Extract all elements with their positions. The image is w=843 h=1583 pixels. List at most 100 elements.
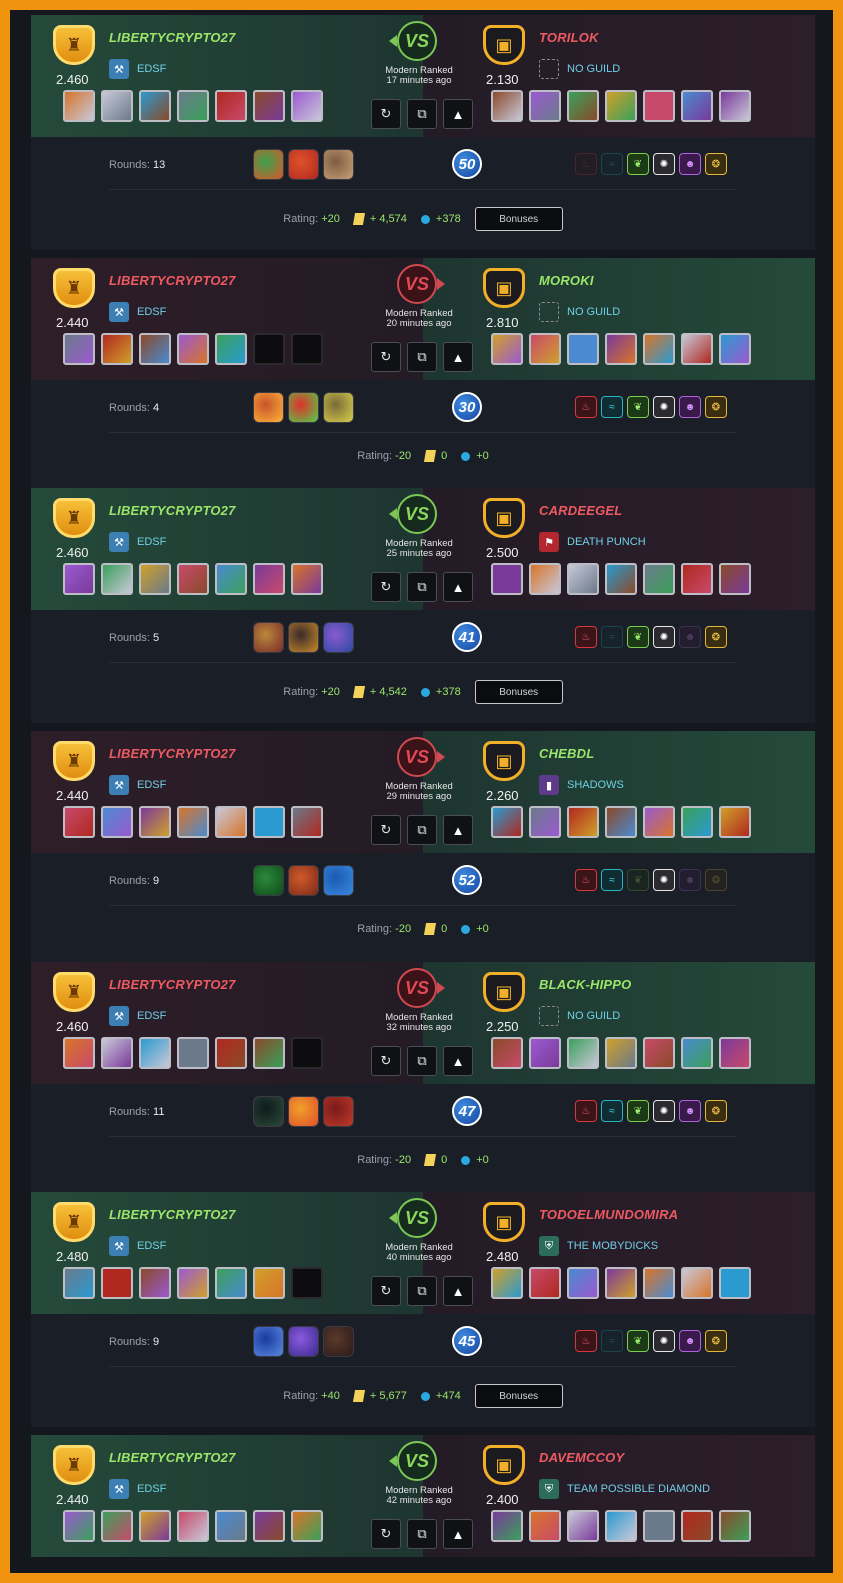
monster-card[interactable] xyxy=(139,1267,171,1299)
monster-card[interactable] xyxy=(567,1037,599,1069)
ruleset-icon[interactable] xyxy=(323,1326,354,1357)
player-name[interactable]: CHEBDL xyxy=(539,746,594,761)
monster-card[interactable] xyxy=(605,1510,637,1542)
monster-card[interactable] xyxy=(101,90,133,122)
monster-card[interactable] xyxy=(681,90,713,122)
monster-card[interactable] xyxy=(63,1037,95,1069)
collapse-button[interactable]: ▲ xyxy=(443,342,473,372)
monster-card[interactable] xyxy=(63,1267,95,1299)
replay-button[interactable]: ↻ xyxy=(371,1519,401,1549)
ruleset-icon[interactable] xyxy=(253,1326,284,1357)
monster-card[interactable] xyxy=(529,806,561,838)
collapse-button[interactable]: ▲ xyxy=(443,1519,473,1549)
ruleset-icon[interactable] xyxy=(253,622,284,653)
monster-card[interactable] xyxy=(291,563,323,595)
collapse-button[interactable]: ▲ xyxy=(443,1276,473,1306)
collapse-button[interactable]: ▲ xyxy=(443,572,473,602)
monster-card[interactable] xyxy=(139,806,171,838)
player-name[interactable]: DAVEMCCOY xyxy=(539,1450,624,1465)
guild[interactable]: NO GUILD xyxy=(539,59,620,79)
monster-card[interactable] xyxy=(291,1510,323,1542)
ruleset-icon[interactable] xyxy=(288,865,319,896)
monster-card[interactable] xyxy=(491,333,523,365)
ruleset-icon[interactable] xyxy=(253,1096,284,1127)
monster-card[interactable] xyxy=(177,806,209,838)
monster-card[interactable] xyxy=(215,1037,247,1069)
guild[interactable]: ⚒ EDSF xyxy=(109,302,166,322)
guild[interactable]: ▮ SHADOWS xyxy=(539,775,624,795)
bonuses-button[interactable]: Bonuses xyxy=(474,680,563,704)
monster-card[interactable] xyxy=(253,90,285,122)
monster-card[interactable] xyxy=(605,1267,637,1299)
guild[interactable]: ⚒ EDSF xyxy=(109,1006,166,1026)
monster-card[interactable] xyxy=(63,563,95,595)
monster-card[interactable] xyxy=(491,1037,523,1069)
guild[interactable]: ⛨ THE MOBYDICKS xyxy=(539,1236,658,1256)
player-name[interactable]: LIBERTYCRYPTO27 xyxy=(109,503,236,518)
monster-card[interactable] xyxy=(177,333,209,365)
monster-card[interactable] xyxy=(567,563,599,595)
monster-card[interactable] xyxy=(719,1510,751,1542)
copy-team-button[interactable]: ⧉ xyxy=(407,99,437,129)
monster-card[interactable] xyxy=(63,90,95,122)
monster-card[interactable] xyxy=(253,1510,285,1542)
monster-card[interactable] xyxy=(63,333,95,365)
replay-button[interactable]: ↻ xyxy=(371,572,401,602)
monster-card[interactable] xyxy=(605,90,637,122)
guild[interactable]: ⚒ EDSF xyxy=(109,59,166,79)
monster-card[interactable] xyxy=(567,333,599,365)
bonuses-button[interactable]: Bonuses xyxy=(474,207,563,231)
monster-card[interactable] xyxy=(643,806,675,838)
monster-card[interactable] xyxy=(567,806,599,838)
monster-card[interactable] xyxy=(101,563,133,595)
monster-card[interactable] xyxy=(605,1037,637,1069)
monster-card[interactable] xyxy=(253,563,285,595)
monster-card[interactable] xyxy=(529,333,561,365)
player-name[interactable]: LIBERTYCRYPTO27 xyxy=(109,273,236,288)
monster-card[interactable] xyxy=(529,563,561,595)
replay-button[interactable]: ↻ xyxy=(371,815,401,845)
guild[interactable]: ⚒ EDSF xyxy=(109,532,166,552)
ruleset-icon[interactable] xyxy=(288,149,319,180)
monster-card[interactable] xyxy=(215,90,247,122)
monster-card[interactable] xyxy=(101,1267,133,1299)
monster-card[interactable] xyxy=(643,90,675,122)
monster-card[interactable] xyxy=(643,1267,675,1299)
guild[interactable]: ⛨ TEAM POSSIBLE DIAMOND xyxy=(539,1479,710,1499)
monster-card[interactable] xyxy=(177,563,209,595)
replay-button[interactable]: ↻ xyxy=(371,1046,401,1076)
copy-team-button[interactable]: ⧉ xyxy=(407,1519,437,1549)
monster-card[interactable] xyxy=(643,333,675,365)
ruleset-icon[interactable] xyxy=(288,1326,319,1357)
monster-card[interactable] xyxy=(63,1510,95,1542)
monster-card[interactable] xyxy=(491,806,523,838)
replay-button[interactable]: ↻ xyxy=(371,99,401,129)
player-name[interactable]: BLACK-HIPPO xyxy=(539,977,631,992)
monster-card[interactable] xyxy=(491,1510,523,1542)
monster-card[interactable] xyxy=(177,1037,209,1069)
ruleset-icon[interactable] xyxy=(323,392,354,423)
ruleset-icon[interactable] xyxy=(323,149,354,180)
monster-card[interactable] xyxy=(567,1267,599,1299)
player-name[interactable]: LIBERTYCRYPTO27 xyxy=(109,977,236,992)
player-name[interactable]: LIBERTYCRYPTO27 xyxy=(109,30,236,45)
bonuses-button[interactable]: Bonuses xyxy=(474,1384,563,1408)
monster-card[interactable] xyxy=(681,563,713,595)
monster-card[interactable] xyxy=(529,1267,561,1299)
guild[interactable]: ⚒ EDSF xyxy=(109,1479,166,1499)
copy-team-button[interactable]: ⧉ xyxy=(407,1276,437,1306)
monster-card[interactable] xyxy=(643,563,675,595)
monster-card[interactable] xyxy=(215,806,247,838)
replay-button[interactable]: ↻ xyxy=(371,1276,401,1306)
guild[interactable]: ⚒ EDSF xyxy=(109,775,166,795)
monster-card[interactable] xyxy=(101,333,133,365)
monster-card[interactable] xyxy=(719,563,751,595)
monster-card[interactable] xyxy=(177,90,209,122)
ruleset-icon[interactable] xyxy=(288,622,319,653)
monster-card[interactable] xyxy=(719,1037,751,1069)
monster-card[interactable] xyxy=(139,90,171,122)
monster-card[interactable] xyxy=(215,333,247,365)
monster-card[interactable] xyxy=(605,333,637,365)
ruleset-icon[interactable] xyxy=(253,865,284,896)
player-name[interactable]: LIBERTYCRYPTO27 xyxy=(109,746,236,761)
